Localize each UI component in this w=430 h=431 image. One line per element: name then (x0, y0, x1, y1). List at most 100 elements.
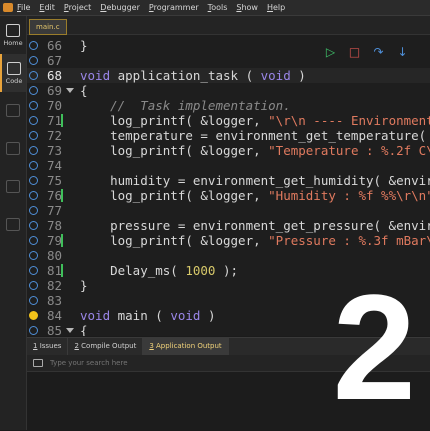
code-token: humidity = environment_get_humidity( &en… (80, 173, 430, 188)
code-token: "Humidity : %f %%\r\n" (268, 188, 430, 203)
code-token: 1000 (185, 263, 216, 278)
change-marker (61, 264, 63, 277)
code-line[interactable]: 68 void application_task ( void ) (27, 68, 430, 83)
mode-build-button[interactable] (0, 92, 26, 130)
code-text: } (80, 278, 88, 293)
change-marker (61, 189, 63, 202)
code-text: log_printf( &logger, "Pressure : %.3f mB… (80, 233, 430, 248)
mode-debug-button[interactable] (0, 168, 26, 206)
line-number: 66 (46, 38, 62, 53)
code-token: temperature = environment_get_temperatur… (80, 128, 430, 143)
menu-item-project[interactable]: Project (64, 3, 91, 12)
code-token: log_printf( &logger, (80, 143, 269, 158)
line-number: 74 (46, 158, 62, 173)
code-token: void (80, 308, 111, 323)
code-token: void (80, 68, 111, 83)
line-number: 73 (46, 143, 62, 158)
code-token: void (260, 68, 291, 83)
line-number: 81 (46, 263, 62, 278)
code-line[interactable]: 76 log_printf( &logger, "Humidity : %f %… (27, 188, 430, 203)
mode-sidebar: Home Code (0, 16, 27, 430)
change-marker (61, 114, 63, 127)
code-line[interactable]: 79 log_printf( &logger, "Pressure : %.3f… (27, 233, 430, 248)
code-line[interactable]: 72 temperature = environment_get_tempera… (27, 128, 430, 143)
line-number: 80 (46, 248, 62, 263)
tab-output-3[interactable]: 3 Application Output (143, 338, 229, 355)
code-text: log_printf( &logger, "\r\n ---- Environm… (80, 113, 430, 128)
mode-label: Code (5, 76, 23, 85)
line-number: 75 (46, 173, 62, 188)
tab-output-1[interactable]: 1 Issues (27, 338, 69, 355)
code-text: humidity = environment_get_humidity( &en… (80, 173, 430, 188)
line-number: 72 (46, 128, 62, 143)
code-text: log_printf( &logger, "Humidity : %f %%\r… (80, 188, 430, 203)
code-line[interactable]: 67 (27, 53, 430, 68)
line-number: 77 (46, 203, 62, 218)
line-number: 71 (46, 113, 62, 128)
code-token: log_printf( &logger, (80, 233, 269, 248)
code-line[interactable]: 71 log_printf( &logger, "\r\n ---- Envir… (27, 113, 430, 128)
menu-item-programmer[interactable]: Programmer (149, 3, 199, 12)
code-line[interactable]: 66} (27, 38, 430, 53)
mode-code-button[interactable]: Code (0, 54, 26, 92)
code-text: Delay_ms( 1000 ); (80, 263, 238, 278)
code-line[interactable]: 80 (27, 248, 430, 263)
code-line[interactable]: 74 (27, 158, 430, 173)
code-token: Delay_ms( (80, 263, 186, 278)
file-tab-main-c[interactable]: main.c (29, 19, 67, 35)
code-token: { (80, 323, 88, 336)
code-token: } (80, 38, 88, 53)
home-icon (6, 23, 20, 37)
code-token: pressure = environment_get_pressure( &en… (80, 218, 430, 233)
run-icon (6, 141, 20, 155)
code-line[interactable]: 75 humidity = environment_get_humidity( … (27, 173, 430, 188)
help-icon (6, 217, 20, 231)
line-number: 78 (46, 218, 62, 233)
mode-run-button[interactable] (0, 130, 26, 168)
code-token: log_printf( &logger, (80, 188, 269, 203)
code-text: void main ( void ) (80, 308, 216, 323)
code-token: } (80, 278, 88, 293)
app-logo-icon (3, 3, 13, 12)
menu-item-show[interactable]: Show (236, 3, 258, 12)
code-token: log_printf( &logger, (80, 113, 269, 128)
fold-toggle-icon[interactable] (66, 328, 74, 333)
code-token: "Pressure : %.3f mBar\r\ (268, 233, 430, 248)
clear-output-icon[interactable] (33, 359, 43, 367)
change-marker (61, 234, 63, 247)
editor-tab-strip: main.c (27, 16, 430, 35)
code-line[interactable]: 77 (27, 203, 430, 218)
fold-toggle-icon[interactable] (66, 88, 74, 93)
code-text: } (80, 38, 88, 53)
menu-bar: File Edit Project Debugger Programmer Tools Sh… (0, 0, 430, 16)
code-token: application_task ( (110, 68, 261, 83)
code-text: { (80, 323, 88, 336)
code-icon (7, 61, 21, 75)
output-search-input[interactable] (48, 358, 352, 368)
menu-item-tools[interactable]: Tools (208, 3, 228, 12)
mode-help-button[interactable] (0, 206, 26, 244)
code-token: void (170, 308, 201, 323)
menu-item-edit[interactable]: Edit (39, 3, 55, 12)
mode-home-button[interactable]: Home (0, 16, 26, 54)
line-number: 85 (46, 323, 62, 336)
code-text: log_printf( &logger, "Temperature : %.2f… (80, 143, 430, 158)
debug-icon (6, 179, 20, 193)
code-text: temperature = environment_get_temperatur… (80, 128, 430, 143)
line-number: 76 (46, 188, 62, 203)
menu-item-file[interactable]: File (17, 3, 30, 12)
line-number: 69 (46, 83, 62, 98)
code-line[interactable]: 70 // Task implementation. (27, 98, 430, 113)
code-line[interactable]: 78 pressure = environment_get_pressure( … (27, 218, 430, 233)
tab-output-2[interactable]: 2 Compile Output (68, 338, 144, 355)
code-text: void application_task ( void ) (80, 68, 306, 83)
line-number: 70 (46, 98, 62, 113)
code-token: ) (290, 68, 306, 83)
code-text: { (80, 83, 88, 98)
build-icon (6, 103, 20, 117)
menu-item-help[interactable]: Help (267, 3, 285, 12)
menu-item-debugger[interactable]: Debugger (100, 3, 140, 12)
code-line[interactable]: 69 { (27, 83, 430, 98)
code-line[interactable]: 73 log_printf( &logger, "Temperature : %… (27, 143, 430, 158)
line-number: 84 (46, 308, 62, 323)
